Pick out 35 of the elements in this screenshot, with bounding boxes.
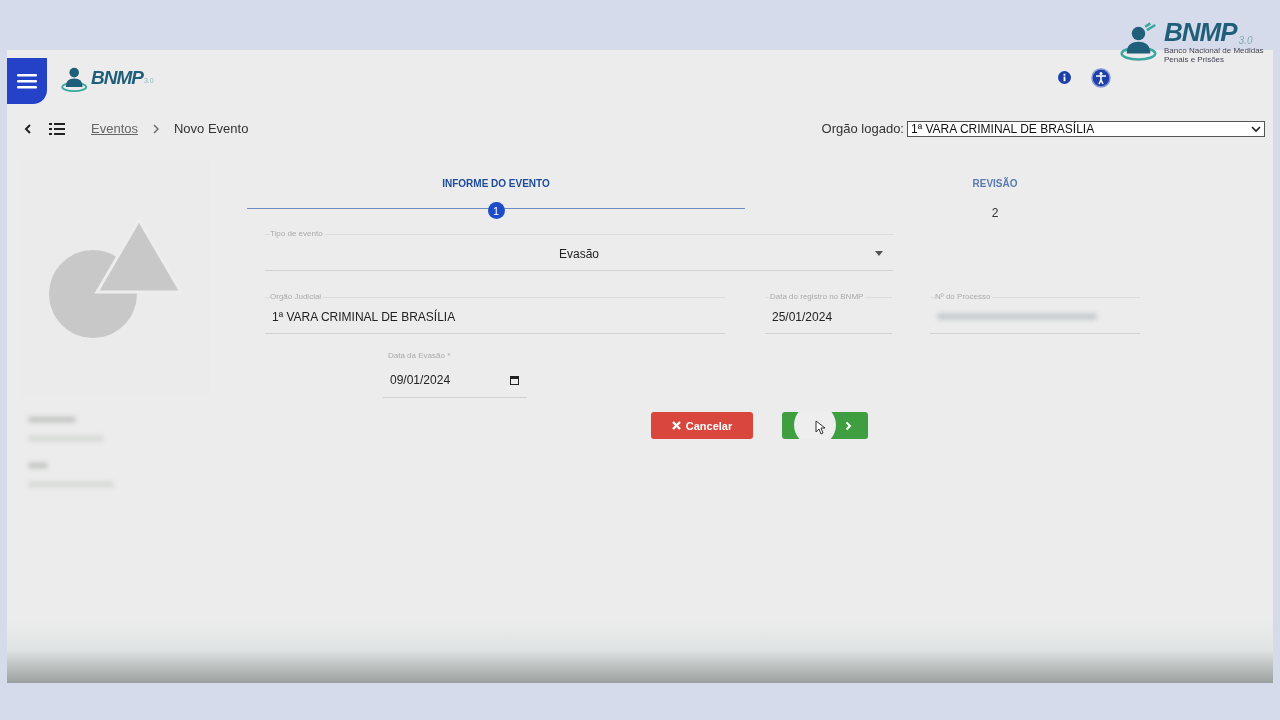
logo-name: BNMP xyxy=(91,66,143,89)
cursor-icon xyxy=(815,420,826,435)
accessibility-icon[interactable] xyxy=(1091,67,1111,88)
field-value: 25/01/2024 xyxy=(772,309,833,324)
menu-icon xyxy=(17,73,37,89)
list-icon[interactable] xyxy=(49,122,65,135)
step-number[interactable]: 2 xyxy=(986,204,1004,221)
step-number[interactable]: 1 xyxy=(487,202,505,219)
next-button[interactable] xyxy=(782,412,868,439)
step-title: REVISÃO xyxy=(972,178,1018,191)
back-icon[interactable] xyxy=(23,122,33,135)
close-icon xyxy=(671,421,681,430)
breadcrumb-link[interactable]: Eventos xyxy=(91,121,138,136)
orgao-label: Orgão logado: xyxy=(821,121,904,136)
field-label: Orgão Judicial xyxy=(270,292,324,301)
chevron-icon xyxy=(152,123,160,134)
step-title: INFORME DO EVENTO xyxy=(442,178,550,191)
field-value: 09/01/2024 xyxy=(390,373,451,387)
field-value: 1ª VARA CRIMINAL DE BRASÍLIA xyxy=(272,309,456,324)
select-value: Evasão xyxy=(559,246,599,261)
info-icon[interactable] xyxy=(1058,71,1071,84)
caret-icon xyxy=(1251,124,1261,133)
blurred-text xyxy=(28,416,76,423)
caret-icon xyxy=(875,251,883,256)
blurred-text xyxy=(28,462,48,469)
brand-version: 3.0 xyxy=(1238,35,1253,46)
brand-name: BNMP xyxy=(1164,18,1237,46)
brand-tagline: Banco Nacional de Medidas Penais e Prisões xyxy=(1164,46,1265,64)
orgao-select[interactable]: 1ª VARA CRIMINAL DE BRASÍLIA xyxy=(907,120,1265,137)
breadcrumb-current: Novo Evento xyxy=(174,121,249,136)
menu-button[interactable] xyxy=(7,58,47,104)
chevron-icon xyxy=(845,420,852,431)
calendar-icon xyxy=(510,375,519,385)
cancel-button[interactable]: Cancelar xyxy=(651,412,753,439)
shapes-icon xyxy=(49,220,181,338)
